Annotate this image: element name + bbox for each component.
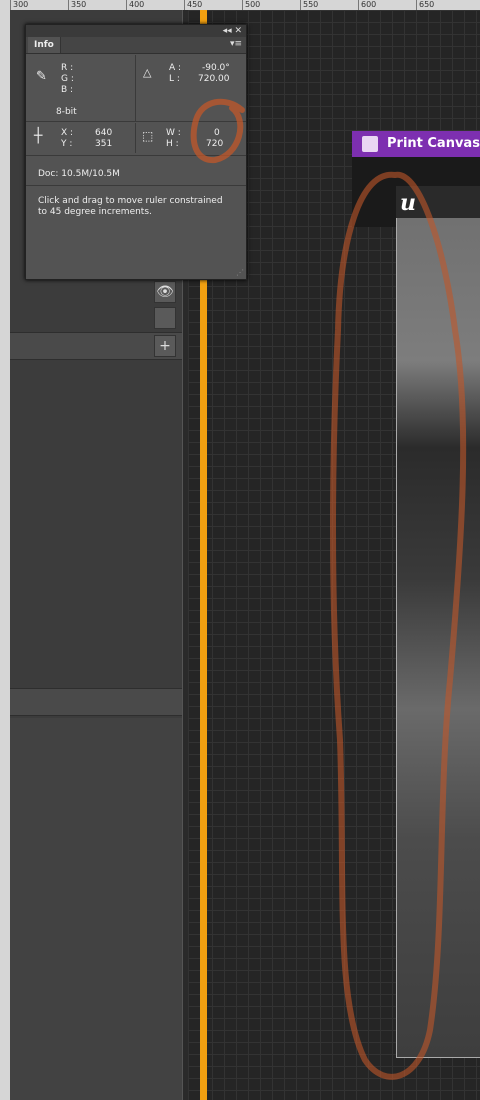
annotation-scribble: [190, 98, 467, 1080]
annotation-circle-small: [190, 98, 245, 164]
annotation-loop-large: [330, 171, 467, 1080]
